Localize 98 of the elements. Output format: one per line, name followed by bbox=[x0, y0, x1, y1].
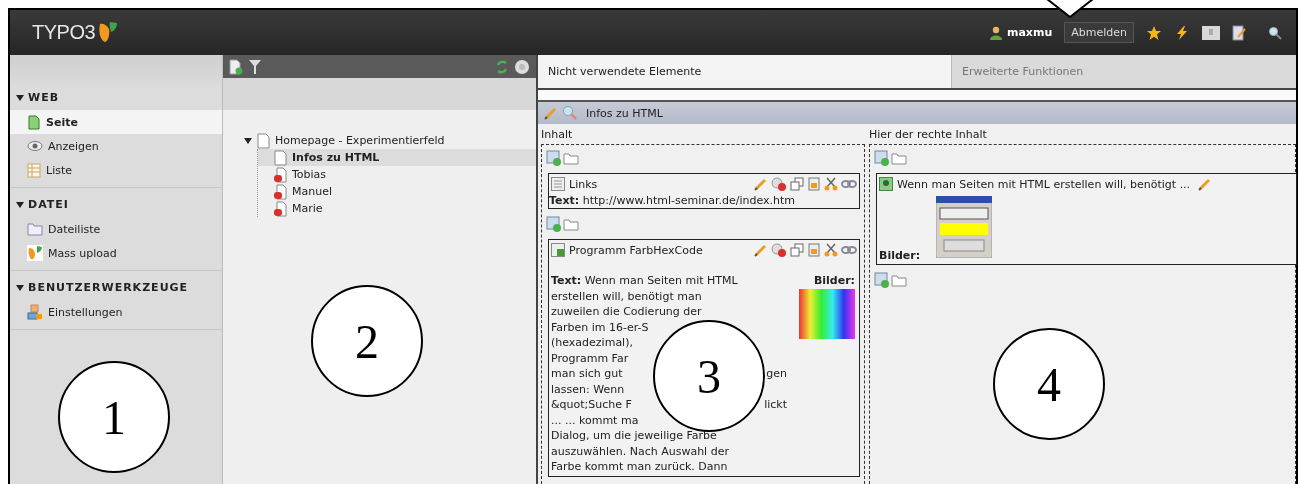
hide-icon[interactable] bbox=[771, 177, 787, 191]
element-text-line: ... ... kommt ma bbox=[551, 413, 639, 429]
expand-arrow-icon[interactable] bbox=[16, 283, 24, 292]
text-image-element-icon bbox=[551, 243, 565, 257]
element-text-line: Programm Far bbox=[551, 351, 629, 367]
text-element-icon bbox=[551, 177, 565, 191]
hide-icon[interactable] bbox=[771, 243, 787, 257]
menu-item[interactable]: Einstellungen bbox=[10, 300, 222, 324]
tree-item[interactable]: Homepage - Experimentierfeld bbox=[243, 132, 536, 149]
element-text-line: lassen: Wenn bbox=[551, 382, 625, 398]
menu-item[interactable]: Dateiliste bbox=[10, 217, 222, 241]
element-text: Text: http://www.html-seminar.de/index.htm bbox=[549, 194, 796, 208]
user-name[interactable]: maxmu bbox=[1006, 26, 1053, 39]
pencil-icon[interactable] bbox=[754, 177, 768, 191]
search-icon[interactable] bbox=[1268, 25, 1282, 40]
new-content-icon[interactable] bbox=[874, 272, 890, 288]
element-text-line: Farbe kommt man zurück. Dann bbox=[551, 460, 728, 475]
menu-group-title: WEB bbox=[28, 91, 60, 104]
element-text-line: lickt bbox=[764, 398, 787, 413]
menu-item[interactable]: Seite bbox=[10, 110, 222, 134]
restricted-page-icon bbox=[274, 183, 288, 200]
help-icon[interactable] bbox=[514, 58, 530, 75]
menu-item[interactable]: Mass upload bbox=[10, 241, 222, 265]
element-text-line: zuweilen die Codierung der bbox=[551, 305, 702, 320]
new-content-icon[interactable] bbox=[546, 150, 562, 166]
lightning-icon[interactable] bbox=[1174, 24, 1190, 41]
restricted-page-icon bbox=[274, 200, 288, 217]
pencil-icon[interactable] bbox=[754, 243, 768, 257]
logout-button[interactable]: Abmelden bbox=[1064, 22, 1134, 43]
column-heading: Hier der rechte Inhalt bbox=[869, 127, 988, 143]
logo-icon bbox=[97, 20, 120, 45]
menu-group-title: DATEI bbox=[28, 198, 69, 211]
folder-icon bbox=[27, 222, 43, 236]
chain-icon[interactable] bbox=[841, 243, 857, 257]
column-heading: Inhalt bbox=[541, 127, 574, 143]
user-icon bbox=[988, 25, 1003, 40]
document-icon[interactable] bbox=[807, 177, 821, 191]
star-icon[interactable] bbox=[1146, 24, 1162, 41]
menu-group-header[interactable]: WEB bbox=[10, 85, 222, 110]
document-icon[interactable] bbox=[807, 243, 821, 257]
page-icon bbox=[27, 114, 41, 130]
filter-icon[interactable] bbox=[249, 58, 261, 75]
document-edit-icon[interactable] bbox=[1232, 24, 1246, 41]
tree-item[interactable]: Infos zu HTML bbox=[258, 149, 536, 166]
element-text-line: Farben im 16-er-S bbox=[551, 320, 649, 336]
new-page-icon[interactable] bbox=[229, 58, 243, 75]
element-text-line: gen bbox=[766, 367, 787, 382]
images-label: Bilder: bbox=[879, 249, 921, 262]
element-text-line: auszuwählen. Nach Auswahl der bbox=[551, 444, 729, 460]
element-text-line: (hexadezimal), bbox=[551, 336, 633, 351]
expand-arrow-icon[interactable] bbox=[16, 200, 24, 209]
element-text-line: man sich gut bbox=[551, 367, 623, 382]
expand-arrow-icon[interactable] bbox=[16, 93, 24, 102]
logo-text: TYPO3 bbox=[32, 21, 96, 44]
logo-icon bbox=[27, 245, 43, 261]
new-content-icon[interactable] bbox=[874, 150, 890, 166]
page-icon bbox=[274, 149, 288, 166]
list-icon bbox=[27, 162, 41, 178]
scissors-icon[interactable] bbox=[824, 177, 838, 191]
element-text-line: &quot;Suche F bbox=[551, 398, 632, 413]
element-text-line: Dialog, um die jeweilige Farbe bbox=[551, 429, 717, 444]
page-title: Infos zu HTML bbox=[586, 106, 663, 120]
element-text-line: erstellen will, benötigt man bbox=[551, 289, 702, 305]
copy-icon[interactable] bbox=[790, 243, 804, 257]
eye-icon bbox=[27, 140, 43, 152]
pencil-icon[interactable] bbox=[1198, 177, 1213, 191]
workspace-icon[interactable] bbox=[1202, 25, 1220, 40]
tree-item[interactable]: Tobias bbox=[258, 166, 536, 183]
element-text-line: Text: Wenn man Seiten mit HTML bbox=[551, 274, 738, 289]
element-title: Programm FarbHexCode bbox=[569, 243, 703, 257]
menu-item[interactable]: Anzeigen bbox=[10, 134, 222, 158]
folder-icon[interactable] bbox=[563, 151, 579, 165]
folder-icon[interactable] bbox=[563, 217, 579, 231]
folder-icon[interactable] bbox=[891, 151, 907, 165]
folder-icon[interactable] bbox=[891, 273, 907, 287]
restricted-page-icon bbox=[274, 166, 288, 183]
images-label: Bilder: bbox=[813, 274, 855, 287]
dialog-thumbnail bbox=[936, 196, 993, 258]
tree-item[interactable]: Marie bbox=[258, 200, 536, 217]
menu-item[interactable]: Liste bbox=[10, 158, 222, 182]
element-title: Wenn man Seiten mit HTML erstellen will, benötigt ... bbox=[897, 177, 1191, 191]
expand-arrow-icon[interactable] bbox=[243, 136, 253, 145]
menu-group-title: BENUTZERWERKZEUGE bbox=[28, 281, 189, 294]
user-settings-icon bbox=[27, 304, 43, 320]
tree-item[interactable]: Manuel bbox=[258, 183, 536, 200]
menu-group-header[interactable]: DATEI bbox=[10, 192, 222, 217]
color-palette-thumbnail bbox=[799, 289, 855, 339]
tab[interactable]: Nicht verwendete Elemente bbox=[538, 55, 951, 88]
chain-icon[interactable] bbox=[841, 177, 857, 191]
menu-group-header[interactable]: BENUTZERWERKZEUGE bbox=[10, 275, 222, 300]
page-icon bbox=[257, 132, 271, 149]
image-element-icon bbox=[879, 177, 893, 191]
pencil-icon[interactable] bbox=[544, 106, 558, 120]
refresh-icon[interactable] bbox=[496, 58, 508, 75]
scissors-icon[interactable] bbox=[824, 243, 838, 257]
copy-icon[interactable] bbox=[790, 177, 804, 191]
new-content-icon[interactable] bbox=[546, 216, 562, 232]
element-title: Links bbox=[569, 177, 598, 191]
